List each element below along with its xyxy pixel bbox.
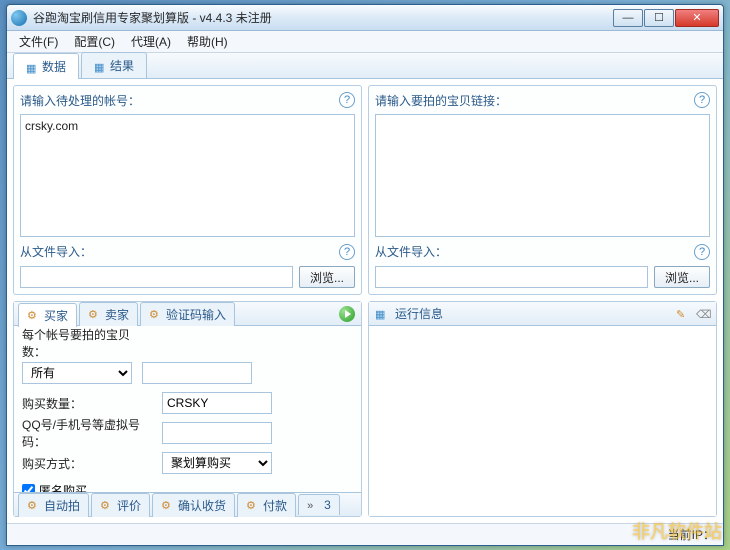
menu-proxy[interactable]: 代理(A) — [125, 31, 177, 52]
seller-tab-icon — [88, 307, 102, 321]
accounts-panel: 请输入待处理的帐号： ? crsky.com 从文件导入： ? 浏览... — [13, 85, 362, 295]
links-panel: 请输入要拍的宝贝链接： ? 从文件导入： ? 浏览... — [368, 85, 717, 295]
items-extra-input[interactable] — [142, 362, 252, 384]
menu-help[interactable]: 帮助(H) — [181, 31, 234, 52]
bottom-row: 买家 卖家 验证码输入 每个帐号要拍的宝贝数： — [13, 301, 717, 517]
links-help-icon[interactable]: ? — [694, 92, 710, 108]
subtab-captcha-label: 验证码输入 — [166, 306, 226, 323]
tab-confirm[interactable]: 确认收货 — [152, 493, 235, 517]
tab-pay-label: 付款 — [263, 497, 287, 514]
main-tabstrip: 数据 结果 — [7, 53, 723, 79]
tab-autobid-label: 自动拍 — [44, 497, 80, 514]
result-tab-icon — [94, 60, 106, 72]
runinfo-icon — [375, 307, 389, 321]
runinfo-title: 运行信息 — [395, 305, 443, 322]
edit-log-icon[interactable] — [676, 307, 690, 321]
subtab-seller-label: 卖家 — [105, 306, 129, 323]
app-window: 谷跑淘宝刷信用专家聚划算版 - v4.4.3 未注册 — ☐ ✕ 文件(F) 配… — [6, 4, 724, 546]
tab-more-count: 3 — [324, 498, 331, 512]
top-row: 请输入待处理的帐号： ? crsky.com 从文件导入： ? 浏览... 请输… — [13, 85, 717, 295]
menubar: 文件(F) 配置(C) 代理(A) 帮助(H) — [7, 31, 723, 53]
links-browse-button[interactable]: 浏览... — [654, 266, 710, 288]
minimize-button[interactable]: — — [613, 9, 643, 27]
statusbar: 当前IP： — [7, 523, 723, 545]
items-per-account-select[interactable]: 所有 — [22, 362, 132, 384]
tab-autobid[interactable]: 自动拍 — [18, 493, 89, 517]
app-icon — [11, 10, 27, 26]
buyer-tab-icon — [27, 308, 41, 322]
buyer-form: 每个帐号要拍的宝贝数： 所有 购买数量： QQ号/手机号等虚拟号码： — [14, 326, 361, 492]
pay-icon — [246, 498, 260, 512]
run-button[interactable] — [339, 306, 355, 322]
tab-review[interactable]: 评价 — [91, 493, 150, 517]
runinfo-panel: 运行信息 — [368, 301, 717, 517]
data-tab-icon — [26, 61, 38, 73]
accounts-import-help-icon[interactable]: ? — [339, 244, 355, 260]
action-tabbar: 自动拍 评价 确认收货 付款 — [14, 492, 361, 516]
links-import-help-icon[interactable]: ? — [694, 244, 710, 260]
anon-checkbox[interactable] — [22, 484, 35, 492]
links-import-path[interactable] — [375, 266, 648, 288]
accounts-help-icon[interactable]: ? — [339, 92, 355, 108]
qty-input[interactable] — [162, 392, 272, 414]
autobid-icon — [27, 498, 41, 512]
review-icon — [100, 498, 114, 512]
subtab-buyer-label: 买家 — [44, 307, 68, 324]
runinfo-header: 运行信息 — [369, 302, 716, 326]
clear-log-icon[interactable] — [696, 307, 710, 321]
window-title: 谷跑淘宝刷信用专家聚划算版 - v4.4.3 未注册 — [33, 9, 613, 26]
tab-confirm-label: 确认收货 — [178, 497, 226, 514]
confirm-icon — [161, 498, 175, 512]
tab-review-label: 评价 — [117, 497, 141, 514]
accounts-import-label: 从文件导入： — [20, 243, 92, 260]
tab-data-label: 数据 — [42, 58, 66, 75]
subtab-seller[interactable]: 卖家 — [79, 302, 138, 326]
close-button[interactable]: ✕ — [675, 9, 719, 27]
runinfo-log[interactable] — [369, 326, 716, 516]
tab-result[interactable]: 结果 — [81, 52, 147, 78]
captcha-tab-icon — [149, 307, 163, 321]
tab-data[interactable]: 数据 — [13, 53, 79, 79]
titlebar[interactable]: 谷跑淘宝刷信用专家聚划算版 - v4.4.3 未注册 — ☐ ✕ — [7, 5, 723, 31]
buyer-tabbar: 买家 卖家 验证码输入 — [14, 302, 361, 326]
maximize-button[interactable]: ☐ — [644, 9, 674, 27]
status-ip-label: 当前IP： — [668, 526, 715, 543]
menu-file[interactable]: 文件(F) — [13, 31, 64, 52]
links-label: 请输入要拍的宝贝链接： — [375, 92, 694, 109]
qq-label: QQ号/手机号等虚拟号码： — [22, 416, 152, 450]
subtab-buyer[interactable]: 买家 — [18, 303, 77, 327]
qty-label: 购买数量： — [22, 395, 152, 412]
items-per-account-label: 每个帐号要拍的宝贝数： — [22, 326, 152, 360]
anon-label: 匿名购买 — [39, 482, 87, 492]
links-textarea[interactable] — [375, 114, 710, 237]
accounts-textarea[interactable]: crsky.com — [20, 114, 355, 237]
tab-result-label: 结果 — [110, 57, 134, 74]
subtab-captcha[interactable]: 验证码输入 — [140, 302, 235, 326]
accounts-label: 请输入待处理的帐号： — [20, 92, 339, 109]
method-label: 购买方式： — [22, 455, 152, 472]
links-import-label: 从文件导入： — [375, 243, 447, 260]
buyer-panel: 买家 卖家 验证码输入 每个帐号要拍的宝贝数： — [13, 301, 362, 517]
accounts-import-path[interactable] — [20, 266, 293, 288]
menu-config[interactable]: 配置(C) — [68, 31, 121, 52]
tab-more[interactable]: 3 — [298, 494, 340, 515]
tab-pay[interactable]: 付款 — [237, 493, 296, 517]
more-icon — [307, 498, 321, 512]
method-select[interactable]: 聚划算购买 — [162, 452, 272, 474]
content-area: 请输入待处理的帐号： ? crsky.com 从文件导入： ? 浏览... 请输… — [7, 79, 723, 523]
qq-input[interactable] — [162, 422, 272, 444]
accounts-browse-button[interactable]: 浏览... — [299, 266, 355, 288]
